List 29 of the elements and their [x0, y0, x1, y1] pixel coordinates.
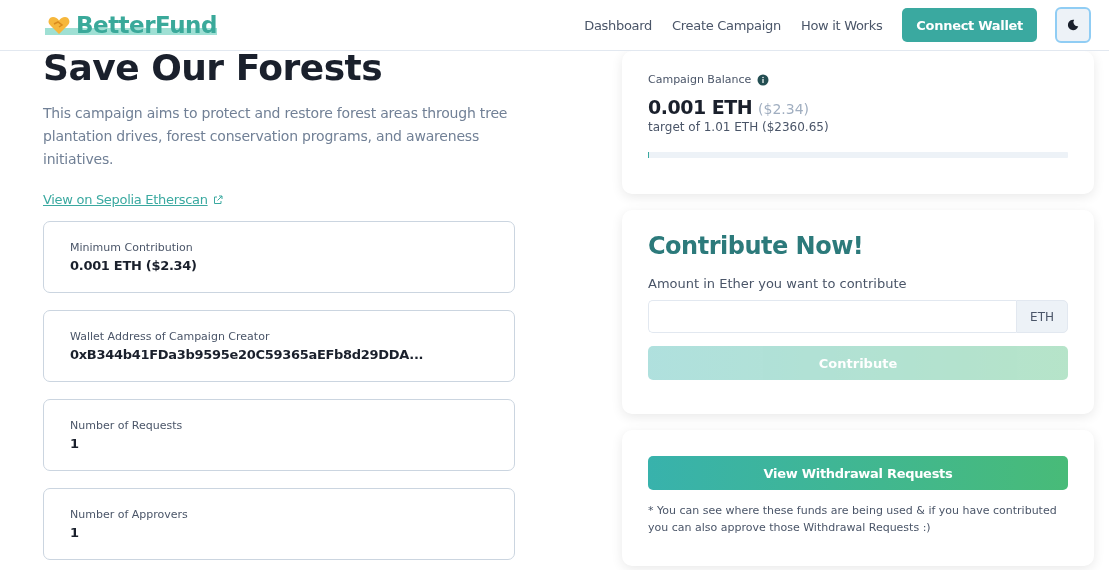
balance-usd: ($2.34): [758, 101, 810, 117]
contribute-heading: Contribute Now!: [648, 232, 865, 260]
target-text: target of 1.01 ETH ($2360.65): [648, 120, 830, 134]
stat-value: 0xB344b41FDa3b9595e20C59365aEFb8d29DDA...: [70, 347, 425, 362]
withdrawal-note: * You can see where these funds are being used & if you have contributed you can also approve those Withdrawal Requests :): [648, 503, 1058, 536]
connect-wallet-button[interactable]: Connect Wallet: [902, 8, 1037, 42]
campaign-title: Save Our Forests: [43, 47, 384, 88]
theme-toggle-button[interactable]: [1055, 7, 1091, 43]
stat-label: Number of Approvers: [70, 508, 189, 521]
amount-label: Amount in Ether you want to contribute: [648, 276, 908, 291]
nav-link[interactable]: Dashboard: [584, 17, 653, 33]
campaign-description: This campaign aims to protect and restore forest areas through tree plantation drives, forest conservation programs, and awareness initiatives.: [43, 104, 509, 169]
stat-label: Wallet Address of Campaign Creator: [70, 330, 271, 343]
etherscan-link[interactable]: View on Sepolia Etherscan: [43, 192, 224, 207]
external-link-icon: [211, 193, 224, 206]
moon-icon: [1066, 18, 1080, 32]
stat-value: 1: [70, 525, 80, 540]
info-icon: [757, 73, 770, 86]
view-withdrawal-requests-button[interactable]: View Withdrawal Requests: [648, 456, 1068, 490]
nav-link[interactable]: Create Campaign: [672, 17, 781, 33]
stat-value: 1: [70, 436, 80, 451]
stat-label: Minimum Contribution: [70, 241, 194, 254]
balance-label: Campaign Balance: [648, 73, 752, 86]
unit-addon: ETH: [1016, 300, 1068, 333]
nav-link[interactable]: How it Works: [800, 17, 883, 33]
stat-value: 0.001 ETH ($2.34): [70, 258, 198, 273]
stat-label: Number of Requests: [70, 419, 184, 432]
amount-input[interactable]: [648, 300, 1017, 333]
balance-amount: 0.001 ETH: [648, 96, 753, 118]
